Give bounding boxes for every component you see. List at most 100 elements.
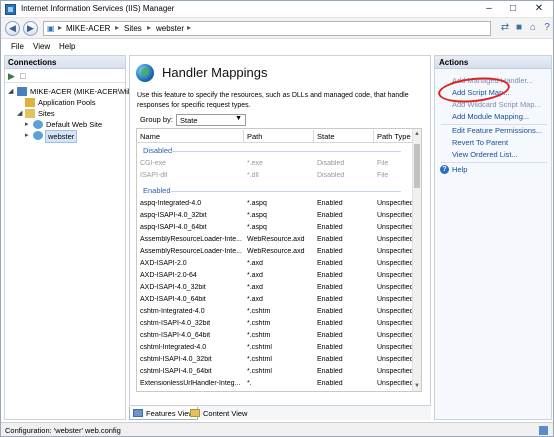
page-title: Handler Mappings <box>162 65 268 80</box>
crumb-server[interactable]: MIKE-ACER <box>66 24 110 33</box>
expand-toggle-icon[interactable]: ▸ <box>25 131 29 139</box>
tab-content-view[interactable]: Content View <box>187 407 250 420</box>
column-header-path-type[interactable]: Path Type <box>377 132 411 141</box>
action-add-module-mapping[interactable]: Add Module Mapping... <box>452 112 529 121</box>
action-help[interactable]: Help <box>452 165 467 174</box>
address-box[interactable]: ▣ ▸ MIKE-ACER ▸ Sites ▸ webster ▸ <box>43 21 491 36</box>
expand-toggle-icon[interactable]: ▸ <box>25 120 29 128</box>
table-row[interactable]: aspq-Integrated-4.0 *.aspq Enabled Unspecif… <box>137 198 413 210</box>
cell-path-type: Unspecified <box>377 248 413 255</box>
table-row[interactable]: cshtml-ISAPI-4.0_64bit *.cshtml Enabled Uns… <box>137 366 413 378</box>
grid-header: Name Path State Path Type <box>137 129 413 143</box>
crumb-separator-icon[interactable]: ▸ <box>58 23 62 32</box>
iis-app-icon <box>5 4 16 15</box>
cell-path: *.dll <box>247 172 259 179</box>
collapse-toggle-icon[interactable]: ◢ <box>8 87 13 95</box>
group-divider <box>171 151 401 152</box>
menu-help[interactable]: Help <box>59 42 75 51</box>
table-row[interactable]: cshtm-ISAPI-4.0_32bit *.cshtm Enabled Unspe… <box>137 318 413 330</box>
scroll-up-icon[interactable]: ▲ <box>414 131 420 137</box>
menu-view[interactable]: View <box>33 42 50 51</box>
table-row[interactable]: cshtml-Integrated-4.0 *.cshtml Enabled Unsp… <box>137 342 413 354</box>
cell-path: *.aspq <box>247 200 267 207</box>
column-divider[interactable] <box>373 130 374 142</box>
action-revert-to-parent[interactable]: Revert To Parent <box>452 138 508 147</box>
save-icon[interactable]: □ <box>20 71 25 81</box>
tree-application-pools[interactable]: Application Pools <box>38 98 96 107</box>
table-row[interactable]: aspq-ISAPI-4.0_32bit *.aspq Enabled Unspeci… <box>137 210 413 222</box>
chevron-down-icon: ▼ <box>235 115 242 122</box>
forward-button[interactable]: ▶ <box>23 21 38 36</box>
column-divider[interactable] <box>243 130 244 142</box>
connections-pane: Connections ▶ □ ◢ MIKE-ACER (MIKE-ACER\M… <box>4 55 132 420</box>
collapse-toggle-icon[interactable]: ◢ <box>17 109 22 117</box>
table-row[interactable]: aspq-ISAPI-4.0_64bit *.aspq Enabled Unspeci… <box>137 222 413 234</box>
cell-name: cshtml-ISAPI-4.0_32bit <box>140 356 212 363</box>
content-view-icon <box>190 409 200 417</box>
cell-path-type: Unspecified <box>377 344 413 351</box>
connections-toolbar: ▶ □ <box>5 69 125 83</box>
cell-state: Enabled <box>317 380 343 387</box>
tree-server[interactable]: MIKE-ACER (MIKE-ACER\Mik <box>30 87 132 96</box>
table-row[interactable]: CGI-exe *.exe Disabled File <box>137 158 413 170</box>
back-button[interactable]: ◀ <box>5 21 20 36</box>
table-row[interactable]: cshtm-ISAPI-4.0_64bit *.cshtm Enabled Unspe… <box>137 330 413 342</box>
cell-state: Enabled <box>317 344 343 351</box>
table-row[interactable]: AXD-ISAPI-2.0-64 *.axd Enabled Unspecified <box>137 270 413 282</box>
column-divider[interactable] <box>313 130 314 142</box>
table-row[interactable]: AXD-ISAPI-4.0_32bit *.axd Enabled Unspecifi… <box>137 282 413 294</box>
table-row[interactable]: cshtm-Integrated-4.0 *.cshtm Enabled Unspec… <box>137 306 413 318</box>
crumb-separator-icon[interactable]: ▸ <box>187 23 191 32</box>
tree-webster[interactable]: webster <box>45 130 78 143</box>
server-icon <box>17 87 27 96</box>
crumb-separator-icon[interactable]: ▸ <box>115 23 119 32</box>
tree-sites[interactable]: Sites <box>38 109 55 118</box>
table-row[interactable]: ISAPI-dll *.dll Disabled File <box>137 170 413 182</box>
close-icon[interactable]: ✕ <box>527 2 551 16</box>
table-row[interactable]: AXD-ISAPI-2.0 *.axd Enabled Unspecified <box>137 258 413 270</box>
group-by-select[interactable]: State ▼ <box>176 114 246 126</box>
action-view-ordered-list[interactable]: View Ordered List... <box>452 150 518 159</box>
scrollbar-thumb[interactable] <box>414 144 420 188</box>
cell-path-type: Unspecified <box>377 320 413 327</box>
crumb-site[interactable]: webster <box>156 24 184 33</box>
column-header-name[interactable]: Name <box>140 132 160 141</box>
cell-path: *.cshtm <box>247 320 271 327</box>
minimize-icon[interactable]: – <box>477 2 501 16</box>
menu-file[interactable]: File <box>11 42 24 51</box>
crumb-separator-icon[interactable]: ▸ <box>147 23 151 32</box>
cell-state: Disabled <box>317 160 345 167</box>
cell-state: Enabled <box>317 296 343 303</box>
column-header-path[interactable]: Path <box>247 132 262 141</box>
help-toolbar-icon[interactable]: ? <box>541 22 553 34</box>
table-row[interactable]: AssemblyResourceLoader-Inte... WebResourc… <box>137 246 413 258</box>
action-edit-feature-permissions[interactable]: Edit Feature Permissions... <box>452 126 542 135</box>
crumb-sites[interactable]: Sites <box>124 24 142 33</box>
table-row[interactable]: ExtensionlessUrlHandler-Integ... *. Enable… <box>137 378 413 390</box>
cell-state: Enabled <box>317 356 343 363</box>
table-row[interactable]: AXD-ISAPI-4.0_64bit *.axd Enabled Unspecifi… <box>137 294 413 306</box>
vertical-scrollbar[interactable]: ▲ ▼ <box>412 129 421 391</box>
cell-state: Enabled <box>317 236 343 243</box>
cell-name: AXD-ISAPI-4.0_32bit <box>140 284 206 291</box>
cell-path-type: Unspecified <box>377 356 413 363</box>
connections-title: Connections <box>5 56 125 69</box>
tree-default-web-site[interactable]: Default Web Site <box>46 120 102 129</box>
group-header[interactable]: Disabled <box>143 146 172 155</box>
home-icon[interactable]: ⌂ <box>527 22 539 34</box>
maximize-icon[interactable]: □ <box>501 2 525 16</box>
features-view-icon <box>133 409 143 417</box>
stop-icon[interactable]: ■ <box>513 22 525 34</box>
cell-path: WebResource.axd <box>247 236 305 243</box>
group-header[interactable]: Enabled <box>143 186 171 195</box>
network-icon[interactable]: ⇄ <box>499 22 511 34</box>
tab-content-view-label: Content View <box>203 409 248 418</box>
connect-icon[interactable]: ▶ <box>8 71 15 82</box>
scroll-down-icon[interactable]: ▼ <box>414 383 420 389</box>
column-header-state[interactable]: State <box>317 132 335 141</box>
group-by-value: State <box>180 116 198 125</box>
table-row[interactable]: cshtml-ISAPI-4.0_32bit *.cshtml Enabled Uns… <box>137 354 413 366</box>
app-pools-icon <box>25 98 35 107</box>
cell-name: AXD-ISAPI-2.0-64 <box>140 272 197 279</box>
table-row[interactable]: AssemblyResourceLoader-Inte... WebResourc… <box>137 234 413 246</box>
